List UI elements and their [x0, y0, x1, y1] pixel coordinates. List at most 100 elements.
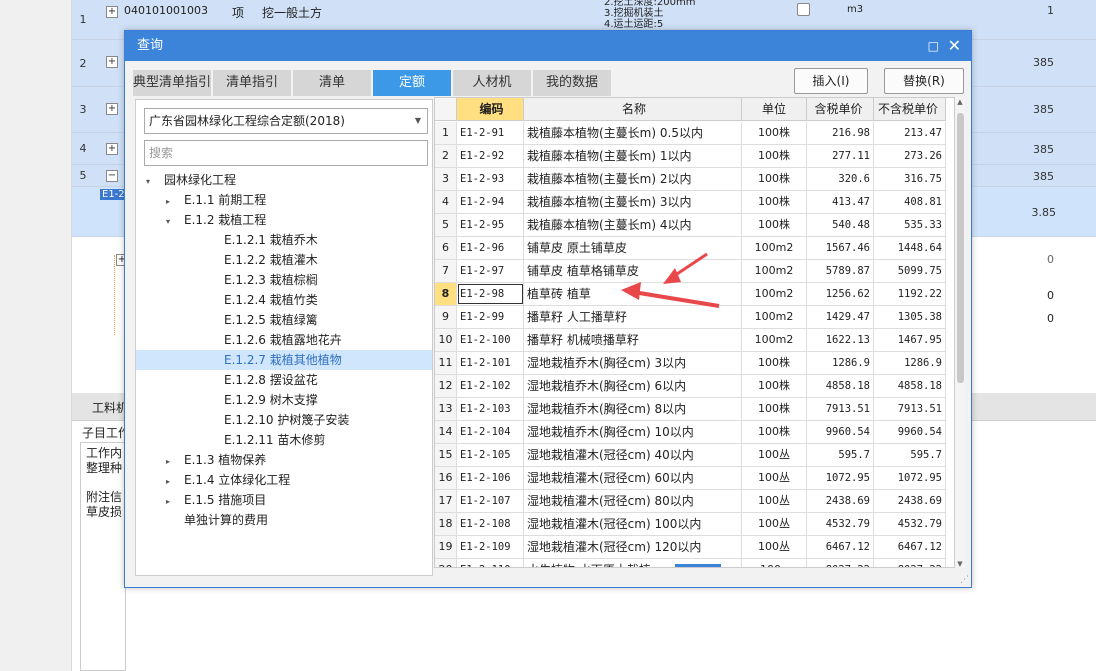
quota-name[interactable]: 湿地栽植灌木(冠径cm) 60以内	[524, 467, 742, 489]
tax-price[interactable]: 6467.12	[807, 536, 874, 558]
notax-price[interactable]: 1467.95	[874, 329, 946, 351]
quota-code[interactable]: E1-2-97	[457, 260, 524, 282]
tab-list[interactable]: 清单	[293, 70, 371, 96]
expand-arrow-icon[interactable]: ▸	[166, 472, 176, 492]
tree-node[interactable]: ▸ E.1.1 前期工程	[136, 190, 432, 210]
quota-unit[interactable]: 100株	[742, 375, 807, 397]
quota-unit[interactable]: 100丛	[742, 467, 807, 489]
tax-price[interactable]: 413.47	[807, 191, 874, 213]
notax-price[interactable]: 6467.12	[874, 536, 946, 558]
search-input[interactable]: 搜索	[144, 140, 428, 166]
tax-price[interactable]: 2438.69	[807, 490, 874, 512]
tree-node[interactable]: E.1.2.9 树木支撑	[136, 390, 432, 410]
tab-my-data[interactable]: 我的数据	[533, 70, 611, 96]
tax-price[interactable]: 595.7	[807, 444, 874, 466]
col-header-code[interactable]: 编码	[457, 98, 524, 120]
quota-code[interactable]: E1-2-96	[457, 237, 524, 259]
tax-price[interactable]: 4532.79	[807, 513, 874, 535]
tax-price[interactable]: 1429.47	[807, 306, 874, 328]
quota-name[interactable]: 栽植藤本植物(主蔓长m) 0.5以内	[524, 122, 742, 144]
quota-name[interactable]: 播草籽 机械喷播草籽	[524, 329, 742, 351]
grid-row[interactable]: 1 E1-2-91 栽植藤本植物(主蔓长m) 0.5以内 100株 216.98 213.…	[435, 122, 946, 145]
tab-labor-material-machine[interactable]: 人材机	[453, 70, 531, 96]
tax-price[interactable]: 5789.87	[807, 260, 874, 282]
scroll-thumb[interactable]	[957, 113, 964, 383]
quota-code[interactable]: E1-2-106	[457, 467, 524, 489]
tree-node[interactable]: E.1.2.7 栽植其他植物	[136, 350, 432, 370]
col-header-tax-price[interactable]: 含税单价	[807, 98, 874, 120]
expand-arrow-icon[interactable]: ▸	[166, 452, 176, 472]
grid-splitter[interactable]	[675, 564, 721, 567]
tree-node[interactable]: E.1.2.2 栽植灌木	[136, 250, 432, 270]
maximize-icon[interactable]: □	[928, 31, 939, 61]
quota-code[interactable]: E1-2-95	[457, 214, 524, 236]
notax-price[interactable]: 4858.18	[874, 375, 946, 397]
grid-row[interactable]: 13 E1-2-103 湿地栽植乔木(胸径cm) 8以内 100株 7913.51 791…	[435, 398, 946, 421]
quota-unit[interactable]: 100株	[742, 191, 807, 213]
tax-price[interactable]: 4858.18	[807, 375, 874, 397]
tax-price[interactable]: 1286.9	[807, 352, 874, 374]
quota-unit[interactable]: 100丛	[742, 513, 807, 535]
tab-quota[interactable]: 定额	[373, 70, 451, 96]
tax-price[interactable]: 540.48	[807, 214, 874, 236]
quota-code[interactable]: E1-2-104	[457, 421, 524, 443]
quota-unit[interactable]: 100株	[742, 421, 807, 443]
quota-code[interactable]: E1-2-92	[457, 145, 524, 167]
grid-row[interactable]: 5 E1-2-95 栽植藤本植物(主蔓长m) 4以内 100株 540.48 535.33	[435, 214, 946, 237]
quota-code[interactable]: E1-2-98	[457, 283, 524, 305]
tree-node[interactable]: E.1.2.3 栽植棕榈	[136, 270, 432, 290]
quota-name[interactable]: 湿地栽植乔木(胸径cm) 6以内	[524, 375, 742, 397]
quota-name[interactable]: 湿地栽植乔木(胸径cm) 3以内	[524, 352, 742, 374]
quota-unit[interactable]: 100m2	[742, 237, 807, 259]
quota-name[interactable]: 植草砖 植草	[524, 283, 742, 305]
grid-row[interactable]: 9 E1-2-99 播草籽 人工播草籽 100m2 1429.47 1305.38	[435, 306, 946, 329]
tax-price[interactable]: 1567.46	[807, 237, 874, 259]
quota-code[interactable]: E1-2-110	[457, 559, 524, 567]
close-icon[interactable]: ✕	[948, 31, 961, 61]
vertical-scrollbar[interactable]: ▲ ▼	[955, 97, 965, 568]
tab-list-guide[interactable]: 清单指引	[213, 70, 291, 96]
quota-library-select[interactable]: 广东省园林绿化工程综合定额(2018) ▼	[144, 108, 428, 134]
scroll-up-icon[interactable]: ▲	[955, 97, 965, 107]
quota-code[interactable]: E1-2-109	[457, 536, 524, 558]
quota-name[interactable]: 湿地栽植灌木(冠径cm) 100以内	[524, 513, 742, 535]
quota-unit[interactable]: 100丛	[742, 490, 807, 512]
quota-unit[interactable]: 100m2	[742, 283, 807, 305]
quota-unit[interactable]: 100株	[742, 352, 807, 374]
tax-price[interactable]: 320.6	[807, 168, 874, 190]
notax-price[interactable]: 316.75	[874, 168, 946, 190]
col-header-unit[interactable]: 单位	[742, 98, 807, 120]
expand-arrow-icon[interactable]: ▸	[166, 492, 176, 512]
grid-row[interactable]: 6 E1-2-96 铺草皮 原土铺草皮 100m2 1567.46 1448.64	[435, 237, 946, 260]
grid-row[interactable]: 15 E1-2-105 湿地栽植灌木(冠径cm) 40以内 100丛 595.7 595.…	[435, 444, 946, 467]
notax-price[interactable]: 1286.9	[874, 352, 946, 374]
quota-name[interactable]: 栽植藤本植物(主蔓长m) 1以内	[524, 145, 742, 167]
tree-node[interactable]: 单独计算的费用	[136, 510, 432, 530]
quota-name[interactable]: 湿地栽植灌木(冠径cm) 120以内	[524, 536, 742, 558]
grid-row[interactable]: 11 E1-2-101 湿地栽植乔木(胸径cm) 3以内 100株 1286.9 1286…	[435, 352, 946, 375]
tree-node[interactable]: E.1.2.1 栽植乔木	[136, 230, 432, 250]
quota-name[interactable]: 湿地栽植灌木(冠径cm) 40以内	[524, 444, 742, 466]
notax-price[interactable]: 213.47	[874, 122, 946, 144]
quota-unit[interactable]: 100株	[742, 214, 807, 236]
tab-typical-list[interactable]: 典型清单指引	[133, 70, 211, 96]
collapse-icon[interactable]: −	[106, 170, 118, 182]
scroll-down-icon[interactable]: ▼	[955, 560, 965, 568]
quota-code[interactable]: E1-2-108	[457, 513, 524, 535]
col-header-notax-price[interactable]: 不含税单价	[874, 98, 946, 120]
collapse-arrow-icon[interactable]: ▾	[166, 212, 176, 232]
quota-unit[interactable]: 100株	[742, 398, 807, 420]
tree-node[interactable]: ▸ E.1.5 措施项目	[136, 490, 432, 510]
tax-price[interactable]: 8027.22	[807, 559, 874, 567]
grid-row[interactable]: 12 E1-2-102 湿地栽植乔木(胸径cm) 6以内 100株 4858.18 485…	[435, 375, 946, 398]
insert-button[interactable]: 插入(I)	[794, 68, 868, 94]
tree-node[interactable]: E.1.2.11 苗木修剪	[136, 430, 432, 450]
expand-icon[interactable]: +	[106, 6, 118, 18]
quota-unit[interactable]: 100株	[742, 122, 807, 144]
tree-node[interactable]: E.1.2.6 栽植露地花卉	[136, 330, 432, 350]
notax-price[interactable]: 5099.75	[874, 260, 946, 282]
grid-row[interactable]: 16 E1-2-106 湿地栽植灌木(冠径cm) 60以内 100丛 1072.95 10…	[435, 467, 946, 490]
quota-name[interactable]: 铺草皮 原土铺草皮	[524, 237, 742, 259]
checkbox[interactable]	[797, 3, 810, 16]
grid-row[interactable]: 18 E1-2-108 湿地栽植灌木(冠径cm) 100以内 100丛 4532.79 4…	[435, 513, 946, 536]
